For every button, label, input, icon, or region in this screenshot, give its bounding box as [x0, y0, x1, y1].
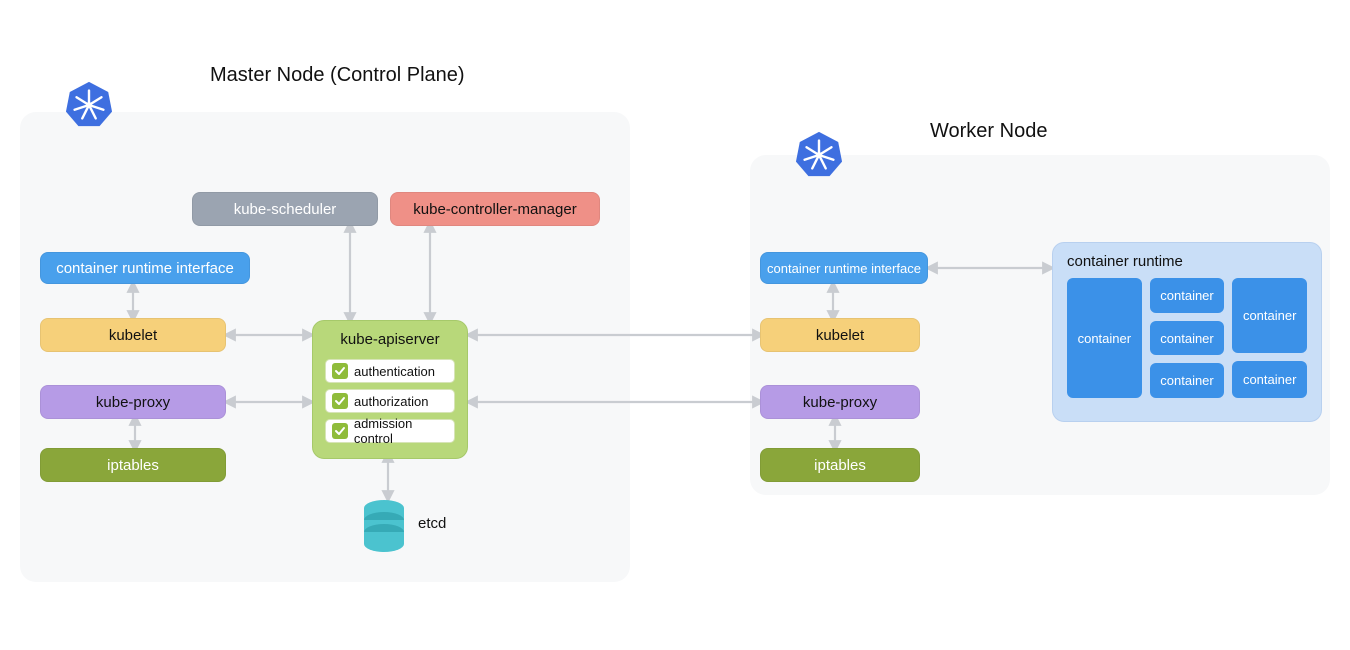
- etcd-icon: [362, 498, 406, 554]
- kube-apiserver-label: kube-apiserver: [340, 331, 439, 348]
- container-tile: container: [1150, 363, 1225, 398]
- etcd-label: etcd: [418, 515, 446, 532]
- check-icon: [332, 393, 348, 409]
- master-kubelet-box: kubelet: [40, 318, 226, 352]
- worker-kubelet-box: kubelet: [760, 318, 920, 352]
- container-tile: container: [1067, 278, 1142, 398]
- check-icon: [332, 423, 348, 439]
- kubernetes-icon: [795, 130, 843, 178]
- worker-title: Worker Node: [930, 120, 1047, 143]
- master-title: Master Node (Control Plane): [210, 64, 465, 87]
- kube-scheduler-box: kube-scheduler: [192, 192, 378, 226]
- master-kubeproxy-box: kube-proxy: [40, 385, 226, 419]
- container-tile: container: [1232, 361, 1307, 398]
- apiserver-authn-label: authentication: [354, 364, 435, 379]
- master-iptables-box: iptables: [40, 448, 226, 482]
- apiserver-admission-label: admission control: [354, 416, 454, 446]
- container-runtime-label: container runtime: [1067, 253, 1307, 270]
- kubernetes-icon: [65, 80, 113, 128]
- check-icon: [332, 363, 348, 379]
- master-cri-box: container runtime interface: [40, 252, 250, 284]
- container-tile: container: [1150, 278, 1225, 313]
- kube-apiserver-box: kube-apiserver authentication authorizat…: [312, 320, 468, 459]
- container-tile: container: [1150, 321, 1225, 356]
- container-tile: container: [1232, 278, 1307, 353]
- worker-iptables-box: iptables: [760, 448, 920, 482]
- apiserver-authz-label: authorization: [354, 394, 428, 409]
- worker-cri-box: container runtime interface: [760, 252, 928, 284]
- kube-controller-manager-box: kube-controller-manager: [390, 192, 600, 226]
- apiserver-admission-pill: admission control: [325, 419, 455, 443]
- apiserver-authn-pill: authentication: [325, 359, 455, 383]
- worker-kubeproxy-box: kube-proxy: [760, 385, 920, 419]
- apiserver-authz-pill: authorization: [325, 389, 455, 413]
- container-runtime-box: container runtime container container co…: [1052, 242, 1322, 422]
